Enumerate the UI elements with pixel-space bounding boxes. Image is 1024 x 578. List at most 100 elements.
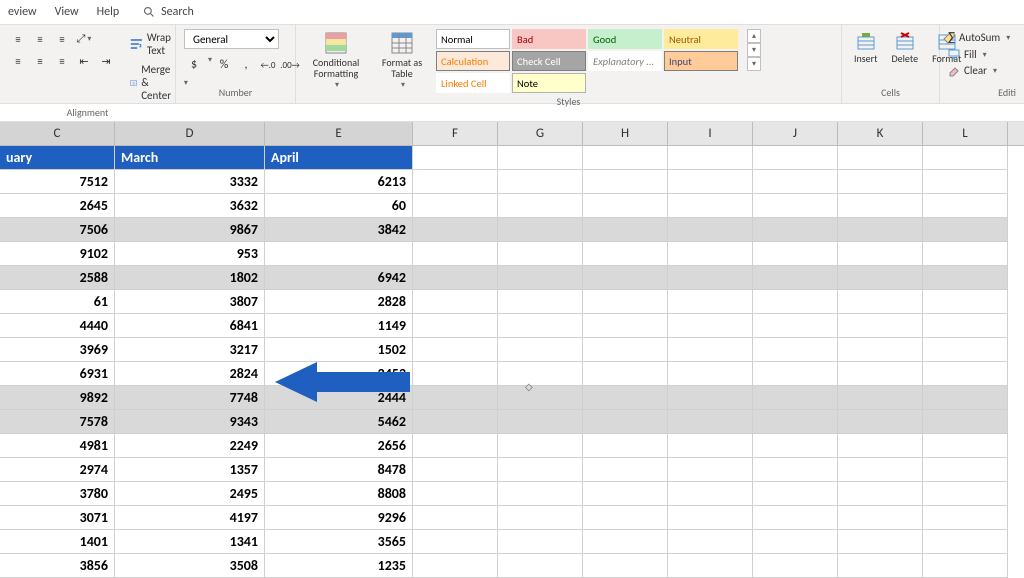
header-cell-D[interactable]: March xyxy=(115,146,265,170)
column-header-E[interactable]: E xyxy=(265,122,413,145)
cell-H-13[interactable] xyxy=(583,482,668,506)
clear-button[interactable]: Clear ▾ xyxy=(948,63,997,78)
header-cell-E[interactable]: April xyxy=(265,146,413,170)
cell-F-13[interactable] xyxy=(413,482,498,506)
cell-H-11[interactable] xyxy=(583,434,668,458)
cell-D-2[interactable]: 9867 xyxy=(115,218,265,242)
scroll-down-icon[interactable]: ▾ xyxy=(747,43,761,57)
column-header-K[interactable]: K xyxy=(838,122,923,145)
cell-G-9[interactable] xyxy=(498,386,583,410)
fill-button[interactable]: Fill ▾ xyxy=(948,47,987,62)
cell-F-14[interactable] xyxy=(413,506,498,530)
cell-J-7[interactable] xyxy=(753,338,838,362)
orientation-button[interactable]: ⤢▾ xyxy=(74,29,94,49)
cell-L-4[interactable] xyxy=(923,266,1008,290)
cell-E-13[interactable]: 8808 xyxy=(265,482,413,506)
cell-F-11[interactable] xyxy=(413,434,498,458)
worksheet-grid[interactable]: CDEFGHIJKL uaryMarchApril751233326213264… xyxy=(0,122,1024,578)
cell-G-1[interactable] xyxy=(498,194,583,218)
cell-C-14[interactable]: 3071 xyxy=(0,506,115,530)
cell-H-0[interactable] xyxy=(583,170,668,194)
cell-H-9[interactable] xyxy=(583,386,668,410)
cell-C-15[interactable]: 1401 xyxy=(0,530,115,554)
cell-G-2[interactable] xyxy=(498,218,583,242)
style-linked-cell[interactable]: Linked Cell xyxy=(436,73,510,93)
cell-H-6[interactable] xyxy=(583,314,668,338)
cell-L[interactable] xyxy=(923,146,1008,170)
scroll-up-icon[interactable]: ▴ xyxy=(747,29,761,43)
cell-H-2[interactable] xyxy=(583,218,668,242)
cell-G-3[interactable] xyxy=(498,242,583,266)
cell-E-0[interactable]: 6213 xyxy=(265,170,413,194)
column-header-F[interactable]: F xyxy=(413,122,498,145)
cell-I-3[interactable] xyxy=(668,242,753,266)
tab-review[interactable]: eview xyxy=(8,5,37,19)
cell-I-15[interactable] xyxy=(668,530,753,554)
cell-I[interactable] xyxy=(668,146,753,170)
cell-I-11[interactable] xyxy=(668,434,753,458)
cell-C-9[interactable]: 9892 xyxy=(0,386,115,410)
cell-J-16[interactable] xyxy=(753,554,838,578)
cell-H-16[interactable] xyxy=(583,554,668,578)
cell-F-8[interactable] xyxy=(413,362,498,386)
cell-I-1[interactable] xyxy=(668,194,753,218)
cell-F-15[interactable] xyxy=(413,530,498,554)
cell-D-9[interactable]: 7748 xyxy=(115,386,265,410)
cell-I-10[interactable] xyxy=(668,410,753,434)
cell-K-10[interactable] xyxy=(838,410,923,434)
style-normal[interactable]: Normal xyxy=(436,29,510,49)
column-header-G[interactable]: G xyxy=(498,122,583,145)
cell-E-12[interactable]: 8478 xyxy=(265,458,413,482)
cell-L-14[interactable] xyxy=(923,506,1008,530)
cell-D-0[interactable]: 3332 xyxy=(115,170,265,194)
cell-E-15[interactable]: 3565 xyxy=(265,530,413,554)
cell-C-6[interactable]: 4440 xyxy=(0,314,115,338)
increase-decimal-button[interactable]: ←.0 xyxy=(258,55,278,75)
cell-L-13[interactable] xyxy=(923,482,1008,506)
cell-J-9[interactable] xyxy=(753,386,838,410)
cell-E-10[interactable]: 5462 xyxy=(265,410,413,434)
cell-C-8[interactable]: 6931 xyxy=(0,362,115,386)
cell-J-4[interactable] xyxy=(753,266,838,290)
cell-K-2[interactable] xyxy=(838,218,923,242)
cell-L-15[interactable] xyxy=(923,530,1008,554)
cell-E-9[interactable]: 2444 xyxy=(265,386,413,410)
cell-D-14[interactable]: 4197 xyxy=(115,506,265,530)
cell-I-12[interactable] xyxy=(668,458,753,482)
cell-G-14[interactable] xyxy=(498,506,583,530)
align-bottom-button[interactable]: ≡ xyxy=(52,29,72,49)
cell-E-1[interactable]: 60 xyxy=(265,194,413,218)
cell-F-5[interactable] xyxy=(413,290,498,314)
column-header-J[interactable]: J xyxy=(753,122,838,145)
cell-H-12[interactable] xyxy=(583,458,668,482)
cell-D-10[interactable]: 9343 xyxy=(115,410,265,434)
cell-G-6[interactable] xyxy=(498,314,583,338)
cell-E-14[interactable]: 9296 xyxy=(265,506,413,530)
cell-E-4[interactable]: 6942 xyxy=(265,266,413,290)
cell-H-1[interactable] xyxy=(583,194,668,218)
cell-E-5[interactable]: 2828 xyxy=(265,290,413,314)
cell-E-8[interactable]: 2453 xyxy=(265,362,413,386)
cell-D-3[interactable]: 953 xyxy=(115,242,265,266)
delete-cells-button[interactable]: Delete xyxy=(888,29,923,66)
cell-F-10[interactable] xyxy=(413,410,498,434)
cell-D-11[interactable]: 2249 xyxy=(115,434,265,458)
cell-K-15[interactable] xyxy=(838,530,923,554)
cell-I-6[interactable] xyxy=(668,314,753,338)
cell-K-5[interactable] xyxy=(838,290,923,314)
column-headers[interactable]: CDEFGHIJKL xyxy=(0,122,1024,146)
cell-D-16[interactable]: 3508 xyxy=(115,554,265,578)
cell-J-15[interactable] xyxy=(753,530,838,554)
insert-cells-button[interactable]: Insert xyxy=(850,29,882,66)
cell-F-6[interactable] xyxy=(413,314,498,338)
cell-I-4[interactable] xyxy=(668,266,753,290)
cell-J-10[interactable] xyxy=(753,410,838,434)
cell-I-13[interactable] xyxy=(668,482,753,506)
cell-G-11[interactable] xyxy=(498,434,583,458)
align-top-button[interactable]: ≡ xyxy=(8,29,28,49)
cell-L-8[interactable] xyxy=(923,362,1008,386)
cell-F-1[interactable] xyxy=(413,194,498,218)
cell-L-6[interactable] xyxy=(923,314,1008,338)
cell-G-15[interactable] xyxy=(498,530,583,554)
cell-F-16[interactable] xyxy=(413,554,498,578)
